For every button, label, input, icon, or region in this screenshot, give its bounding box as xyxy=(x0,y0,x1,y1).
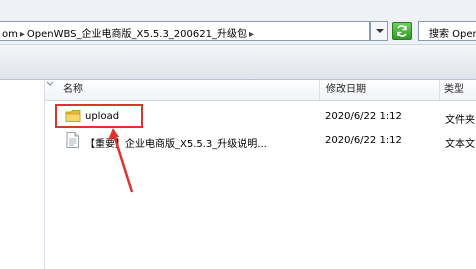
annotation-highlight-box xyxy=(55,104,143,128)
column-header-type-label: 类型 xyxy=(444,84,464,95)
column-header-date-label: 修改日期 xyxy=(326,84,366,95)
address-history-dropdown[interactable] xyxy=(370,21,388,41)
breadcrumb-separator[interactable]: ▸ xyxy=(20,29,25,40)
address-bar[interactable]: om ▸ OpenWBS_企业电商版_X5.5.3_200621_升级包 ▸ xyxy=(0,21,370,41)
file-date: 2020/6/22 1:12 xyxy=(325,135,402,146)
breadcrumb-item[interactable]: om xyxy=(2,29,18,40)
file-type: 文件夹 xyxy=(445,115,475,126)
chevron-down-icon xyxy=(376,29,384,33)
search-input[interactable]: 搜索 OpenW xyxy=(418,21,476,41)
address-bar-row: om ▸ OpenWBS_企业电商版_X5.5.3_200621_升级包 ▸ 搜索 O… xyxy=(0,0,476,45)
breadcrumb-item[interactable]: OpenWBS_企业电商版_X5.5.3_200621_升级包 xyxy=(27,29,247,40)
breadcrumb: om ▸ OpenWBS_企业电商版_X5.5.3_200621_升级包 ▸ xyxy=(2,25,256,40)
breadcrumb-separator[interactable]: ▸ xyxy=(249,29,254,40)
column-header-date[interactable]: 修改日期 xyxy=(320,80,440,100)
file-date: 2020/6/22 1:12 xyxy=(325,111,402,122)
column-header-name[interactable]: 名称 xyxy=(45,80,320,100)
annotation-arrow-icon xyxy=(108,128,134,193)
text-document-icon xyxy=(66,132,79,148)
column-header-type[interactable]: 类型 xyxy=(440,80,476,100)
refresh-icon xyxy=(397,25,407,37)
sort-arrow-icon xyxy=(46,81,54,86)
search-label: 搜索 OpenW xyxy=(429,29,476,40)
column-header-name-label: 名称 xyxy=(63,84,83,95)
file-type: 文本文 xyxy=(445,139,475,150)
command-toolbar xyxy=(0,45,476,80)
column-header-row: 名称 修改日期 类型 xyxy=(45,80,476,101)
refresh-button[interactable] xyxy=(392,22,412,40)
navigation-pane[interactable] xyxy=(0,80,45,269)
